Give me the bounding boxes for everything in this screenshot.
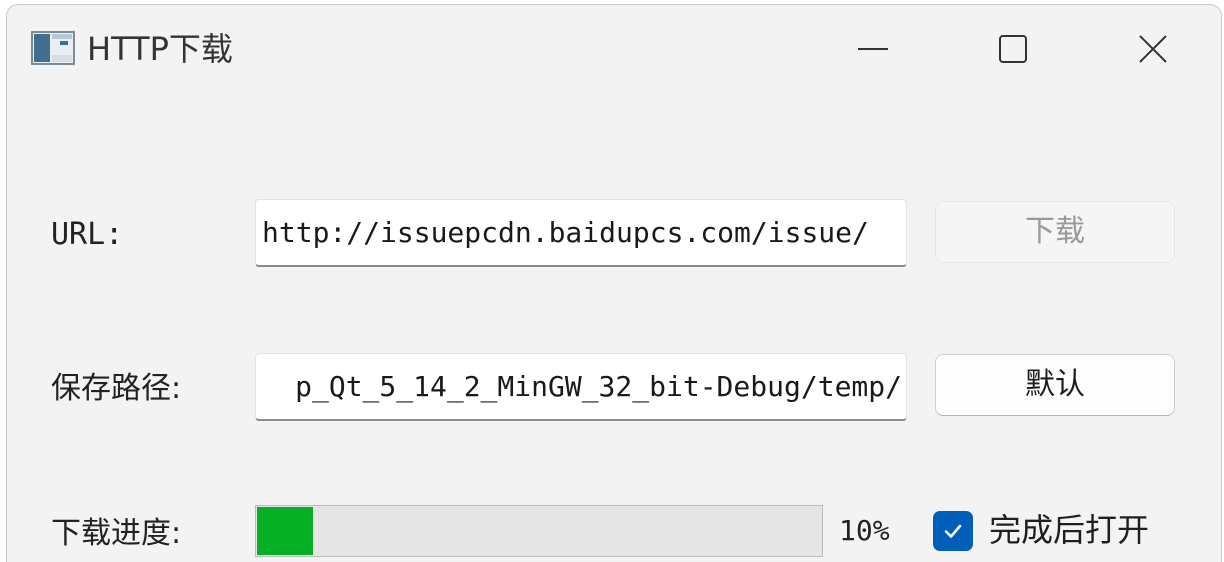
open-after-checkbox[interactable]: [933, 511, 973, 551]
progress-bar-fill: [257, 507, 313, 555]
url-input-value: http://issuepcdn.baidupcs.com/issue/: [262, 216, 869, 249]
app-window-icon: [31, 31, 75, 65]
default-path-button[interactable]: 默认: [935, 354, 1175, 416]
app-window: HTTP下载 URL: http://issuepcdn.baidupcs.co…: [6, 4, 1222, 562]
maximize-icon: [999, 35, 1027, 63]
url-label: URL:: [51, 217, 124, 252]
download-button[interactable]: 下载: [935, 201, 1175, 263]
minimize-button[interactable]: [843, 23, 903, 75]
title-bar[interactable]: HTTP下载: [7, 5, 1221, 87]
save-path-input-value: p_Qt_5_14_2_MinGW_32_bit-Debug/temp/: [295, 370, 902, 403]
open-after-label[interactable]: 完成后打开: [989, 509, 1149, 551]
close-icon: [1139, 35, 1167, 63]
close-button[interactable]: [1123, 23, 1183, 75]
progress-label: 下载进度:: [51, 516, 182, 551]
download-progress-bar: [255, 505, 823, 557]
checkmark-icon: [944, 524, 962, 538]
minimize-icon: [858, 48, 888, 50]
save-path-input[interactable]: p_Qt_5_14_2_MinGW_32_bit-Debug/temp/: [255, 353, 907, 421]
save-path-label: 保存路径:: [51, 371, 182, 406]
progress-percent-text: 10%: [839, 514, 890, 547]
maximize-button[interactable]: [983, 23, 1043, 75]
window-title: HTTP下载: [87, 30, 233, 68]
url-input[interactable]: http://issuepcdn.baidupcs.com/issue/: [255, 199, 907, 267]
